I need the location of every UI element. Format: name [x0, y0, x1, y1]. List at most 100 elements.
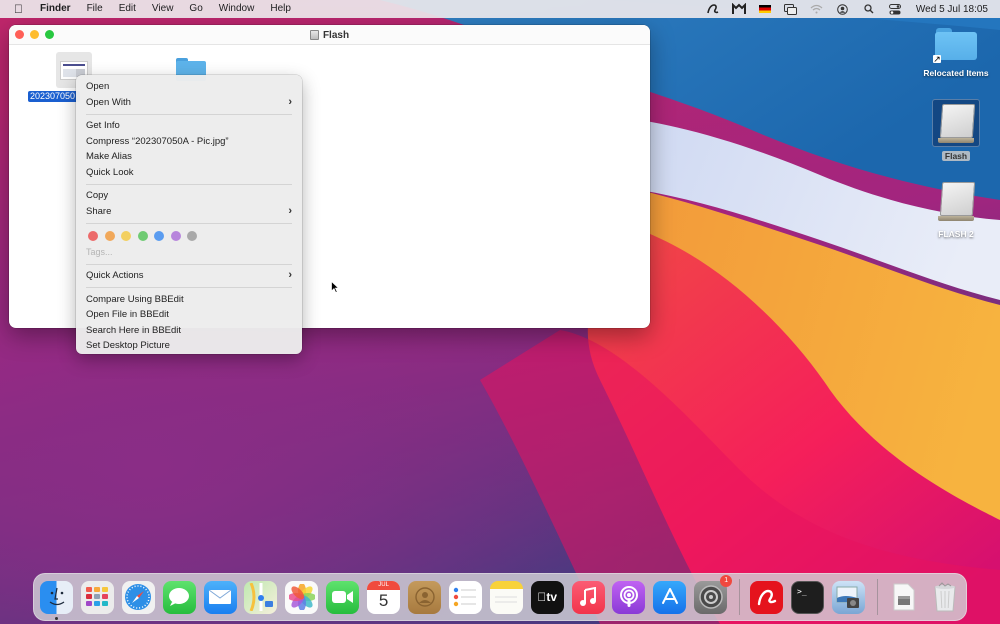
messages-icon: [169, 588, 190, 606]
folder-icon[interactable]: [176, 58, 206, 81]
window-title: Flash: [322, 29, 350, 41]
dock-safari[interactable]: [121, 580, 155, 614]
app-store-icon: [661, 588, 678, 604]
dock-preview[interactable]: [831, 580, 865, 614]
menu-separator: [86, 183, 292, 185]
dock-terminal[interactable]: >_: [791, 580, 825, 614]
dock-maps[interactable]: [244, 580, 278, 614]
german-flag-icon[interactable]: [752, 0, 778, 18]
disk-image-icon: [893, 583, 915, 611]
user-icon[interactable]: [830, 0, 856, 18]
drive-icon: [309, 30, 319, 40]
desktop-item-relocated-items[interactable]: ↗ Relocated Items: [918, 28, 994, 78]
menu-go[interactable]: Go: [189, 0, 202, 18]
menu-item-search-bbedit[interactable]: Search Here in BBEdit: [76, 323, 302, 339]
folder-alias-icon: ↗: [933, 28, 977, 64]
dock-disk-image-document[interactable]: [888, 581, 921, 614]
dock-separator: [739, 579, 741, 615]
music-note-icon: [580, 587, 597, 606]
mail-icon: [208, 589, 232, 604]
reminders-icon: [454, 587, 477, 607]
menu-item-quick-actions[interactable]: Quick Actions ›: [76, 268, 302, 284]
dock-tv[interactable]: tv: [530, 580, 564, 614]
zoom-button[interactable]: [45, 30, 54, 39]
menu-help[interactable]: Help: [270, 0, 291, 18]
safari-icon: [125, 584, 152, 610]
menu-item-compress[interactable]: Compress “202307050A - Pic.jpg”: [76, 134, 302, 150]
menu-item-quick-look[interactable]: Quick Look: [76, 165, 302, 181]
tag-purple[interactable]: [170, 231, 181, 241]
menubar-clock[interactable]: Wed 5 Jul 18:05: [916, 4, 988, 15]
tag-gray[interactable]: [187, 231, 197, 241]
menu-item-open-file-bbedit[interactable]: Open File in BBEdit: [76, 307, 302, 323]
menu-item-open[interactable]: Open: [76, 79, 302, 95]
tag-yellow[interactable]: [121, 231, 131, 241]
wifi-icon[interactable]: [804, 0, 830, 18]
dock-facetime[interactable]: [326, 580, 360, 614]
desktop-item-label: Relocated Items: [923, 68, 989, 78]
dock-notes[interactable]: [489, 580, 523, 614]
context-menu: Open Open With › Get Info Compress “20230…: [76, 75, 302, 354]
desktop-item-flash-2[interactable]: FLASH 2: [918, 182, 994, 239]
dock-calendar[interactable]: JUL 5: [367, 580, 401, 614]
menu-item-compare-bbedit[interactable]: Compare Using BBEdit: [76, 292, 302, 308]
notification-badge: 1: [720, 574, 733, 587]
dock-avira[interactable]: [750, 580, 784, 614]
dock-mail[interactable]: [203, 580, 237, 614]
drive-icon: [938, 182, 976, 222]
dock-launchpad[interactable]: [80, 580, 114, 614]
menu-item-share[interactable]: Share ›: [76, 204, 302, 220]
dock-music[interactable]: [571, 580, 605, 614]
menu-item-open-with[interactable]: Open With ›: [76, 95, 302, 111]
dock-contacts[interactable]: [408, 580, 442, 614]
menu-finder[interactable]: Finder: [40, 0, 71, 18]
dock-trash[interactable]: [929, 581, 962, 614]
desktop-item-flash[interactable]: Flash: [918, 104, 994, 161]
dock-podcasts[interactable]: [612, 580, 646, 614]
menu-bar:  Finder File Edit View Go Window Help: [0, 0, 1000, 18]
menu-edit[interactable]: Edit: [119, 0, 136, 18]
tag-green[interactable]: [137, 231, 148, 241]
notes-icon: [495, 596, 518, 603]
menu-item-get-info[interactable]: Get Info: [76, 118, 302, 134]
mail-monitor-icon[interactable]: [726, 0, 752, 18]
control-center-icon[interactable]: [882, 0, 908, 18]
menu-separator: [86, 287, 292, 288]
dock-reminders[interactable]: [448, 580, 482, 614]
chevron-right-icon: ›: [288, 204, 292, 217]
avira-icon: [757, 589, 776, 606]
search-icon[interactable]: [856, 0, 882, 18]
dock-photos[interactable]: [285, 580, 319, 614]
menu-item-make-alias[interactable]: Make Alias: [76, 149, 302, 165]
tag-red[interactable]: [88, 231, 98, 241]
trash-icon: [934, 582, 956, 612]
dock-separator: [876, 579, 878, 615]
tag-colors-row: [76, 227, 302, 245]
chevron-right-icon: ›: [288, 269, 292, 281]
facetime-icon: [331, 591, 353, 603]
dock-app-store[interactable]: [653, 580, 687, 614]
desktop-item-label: FLASH 2: [938, 229, 974, 239]
dock: JUL 5 tv 1 >_: [33, 573, 967, 621]
menu-file[interactable]: File: [87, 0, 103, 18]
close-button[interactable]: [15, 30, 24, 39]
mouse-cursor-icon: [331, 281, 339, 293]
dock-messages[interactable]: [162, 580, 196, 614]
apple-menu-icon[interactable]: : [14, 0, 26, 18]
menu-window[interactable]: Window: [219, 0, 255, 18]
tag-orange[interactable]: [104, 231, 115, 241]
dock-finder[interactable]: [40, 580, 73, 620]
menu-view[interactable]: View: [152, 0, 174, 18]
screen-mirror-icon[interactable]: [778, 0, 804, 18]
window-titlebar[interactable]: Flash: [9, 25, 650, 45]
menu-item-tags[interactable]: Tags...: [76, 245, 302, 260]
launchpad-icon: [86, 587, 109, 606]
menu-separator: [86, 113, 292, 115]
tag-blue[interactable]: [154, 231, 164, 241]
dock-system-preferences[interactable]: 1: [694, 574, 733, 614]
avira-icon[interactable]: [700, 0, 726, 18]
minimize-button[interactable]: [30, 30, 39, 39]
apple-tv-icon: : [537, 590, 546, 604]
menu-item-set-desktop-picture[interactable]: Set Desktop Picture: [76, 338, 302, 354]
menu-item-copy[interactable]: Copy: [76, 188, 302, 204]
